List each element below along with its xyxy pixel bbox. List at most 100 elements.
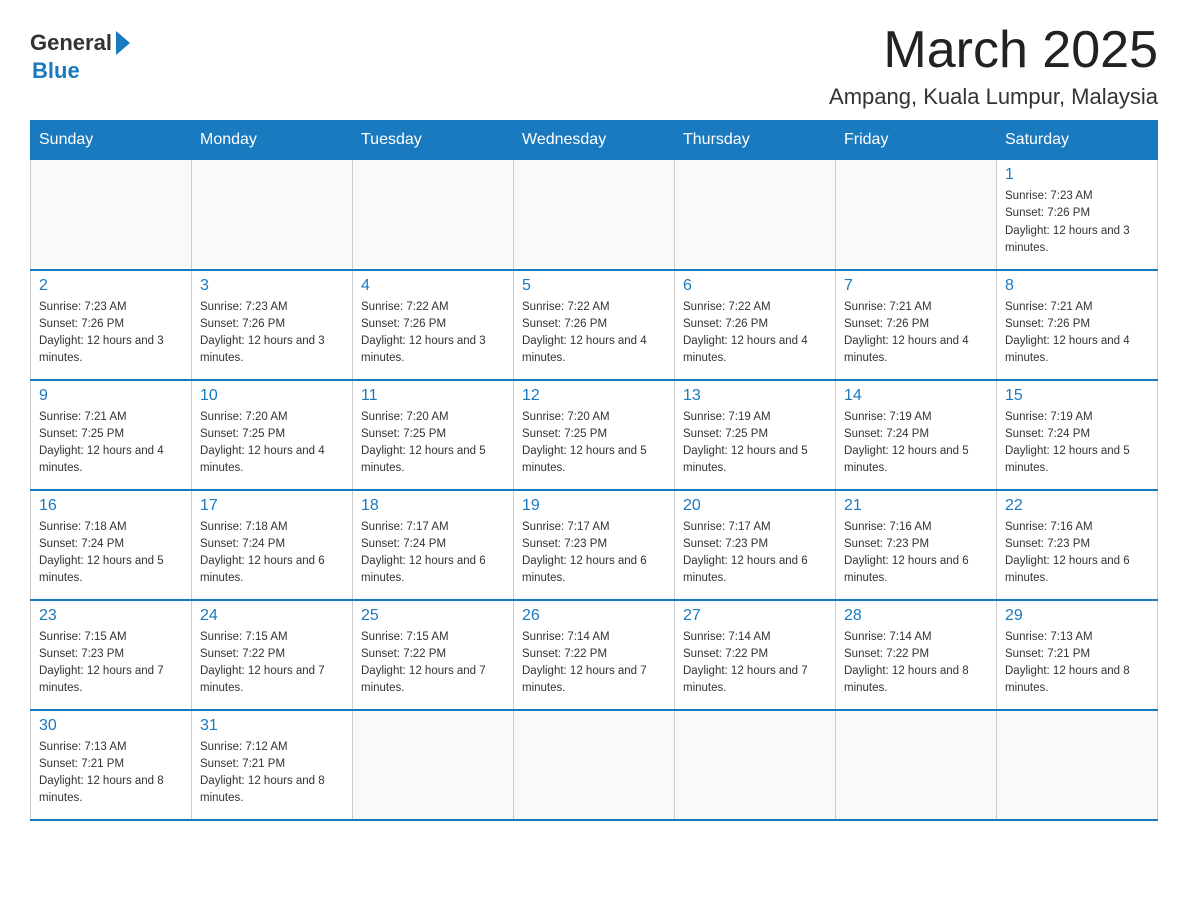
day-number: 17	[200, 497, 344, 515]
day-number: 10	[200, 387, 344, 405]
day-info: Sunrise: 7:19 AMSunset: 7:24 PMDaylight:…	[1005, 409, 1149, 478]
calendar-cell: 16 Sunrise: 7:18 AMSunset: 7:24 PMDayligh…	[31, 490, 192, 600]
logo-triangle-icon	[116, 31, 130, 55]
day-number: 11	[361, 387, 505, 405]
day-info: Sunrise: 7:19 AMSunset: 7:24 PMDaylight:…	[844, 409, 988, 478]
day-info: Sunrise: 7:13 AMSunset: 7:21 PMDaylight:…	[1005, 629, 1149, 698]
calendar-cell	[192, 160, 353, 270]
calendar-cell: 28 Sunrise: 7:14 AMSunset: 7:22 PMDayligh…	[836, 600, 997, 710]
calendar-cell	[514, 160, 675, 270]
calendar-cell	[514, 710, 675, 820]
day-number: 21	[844, 497, 988, 515]
day-info: Sunrise: 7:18 AMSunset: 7:24 PMDaylight:…	[39, 519, 183, 588]
day-number: 30	[39, 717, 183, 735]
day-info: Sunrise: 7:23 AMSunset: 7:26 PMDaylight:…	[200, 299, 344, 368]
calendar-cell: 26 Sunrise: 7:14 AMSunset: 7:22 PMDayligh…	[514, 600, 675, 710]
day-number: 12	[522, 387, 666, 405]
day-info: Sunrise: 7:20 AMSunset: 7:25 PMDaylight:…	[361, 409, 505, 478]
title-section: March 2025 Ampang, Kuala Lumpur, Malaysi…	[829, 20, 1158, 110]
day-info: Sunrise: 7:22 AMSunset: 7:26 PMDaylight:…	[361, 299, 505, 368]
day-number: 15	[1005, 387, 1149, 405]
day-info: Sunrise: 7:23 AMSunset: 7:26 PMDaylight:…	[1005, 188, 1149, 257]
calendar-cell: 2 Sunrise: 7:23 AMSunset: 7:26 PMDaylight…	[31, 270, 192, 380]
day-info: Sunrise: 7:15 AMSunset: 7:22 PMDaylight:…	[200, 629, 344, 698]
day-info: Sunrise: 7:18 AMSunset: 7:24 PMDaylight:…	[200, 519, 344, 588]
month-title: March 2025	[829, 20, 1158, 80]
day-number: 24	[200, 607, 344, 625]
day-info: Sunrise: 7:17 AMSunset: 7:24 PMDaylight:…	[361, 519, 505, 588]
calendar-cell	[997, 710, 1158, 820]
weekday-header-thursday: Thursday	[675, 121, 836, 160]
calendar-cell: 5 Sunrise: 7:22 AMSunset: 7:26 PMDaylight…	[514, 270, 675, 380]
day-info: Sunrise: 7:13 AMSunset: 7:21 PMDaylight:…	[39, 739, 183, 808]
calendar-cell: 22Sunrise: 7:16 AMSunset: 7:23 PMDayligh…	[997, 490, 1158, 600]
weekday-header-tuesday: Tuesday	[353, 121, 514, 160]
calendar-cell: 18Sunrise: 7:17 AMSunset: 7:24 PMDayligh…	[353, 490, 514, 600]
day-info: Sunrise: 7:23 AMSunset: 7:26 PMDaylight:…	[39, 299, 183, 368]
day-info: Sunrise: 7:15 AMSunset: 7:23 PMDaylight:…	[39, 629, 183, 698]
calendar-cell: 8 Sunrise: 7:21 AMSunset: 7:26 PMDaylight…	[997, 270, 1158, 380]
day-info: Sunrise: 7:16 AMSunset: 7:23 PMDaylight:…	[844, 519, 988, 588]
day-number: 26	[522, 607, 666, 625]
calendar-cell	[353, 710, 514, 820]
day-info: Sunrise: 7:21 AMSunset: 7:26 PMDaylight:…	[844, 299, 988, 368]
day-info: Sunrise: 7:22 AMSunset: 7:26 PMDaylight:…	[522, 299, 666, 368]
calendar-cell: 7 Sunrise: 7:21 AMSunset: 7:26 PMDaylight…	[836, 270, 997, 380]
calendar-cell: 27Sunrise: 7:14 AMSunset: 7:22 PMDayligh…	[675, 600, 836, 710]
day-number: 4	[361, 277, 505, 295]
calendar-cell	[836, 710, 997, 820]
calendar-cell: 11 Sunrise: 7:20 AMSunset: 7:25 PMDayligh…	[353, 380, 514, 490]
calendar-cell: 24 Sunrise: 7:15 AMSunset: 7:22 PMDayligh…	[192, 600, 353, 710]
logo-blue-text: Blue	[32, 58, 80, 84]
day-info: Sunrise: 7:22 AMSunset: 7:26 PMDaylight:…	[683, 299, 827, 368]
day-info: Sunrise: 7:20 AMSunset: 7:25 PMDaylight:…	[200, 409, 344, 478]
calendar-cell	[675, 160, 836, 270]
calendar-cell: 21 Sunrise: 7:16 AMSunset: 7:23 PMDayligh…	[836, 490, 997, 600]
weekday-header-monday: Monday	[192, 121, 353, 160]
day-number: 5	[522, 277, 666, 295]
day-info: Sunrise: 7:15 AMSunset: 7:22 PMDaylight:…	[361, 629, 505, 698]
day-number: 28	[844, 607, 988, 625]
calendar-cell: 23 Sunrise: 7:15 AMSunset: 7:23 PMDayligh…	[31, 600, 192, 710]
day-info: Sunrise: 7:16 AMSunset: 7:23 PMDaylight:…	[1005, 519, 1149, 588]
calendar-cell	[836, 160, 997, 270]
calendar-cell: 20Sunrise: 7:17 AMSunset: 7:23 PMDayligh…	[675, 490, 836, 600]
calendar-cell: 25Sunrise: 7:15 AMSunset: 7:22 PMDayligh…	[353, 600, 514, 710]
day-number: 29	[1005, 607, 1149, 625]
calendar-cell: 19 Sunrise: 7:17 AMSunset: 7:23 PMDayligh…	[514, 490, 675, 600]
day-number: 1	[1005, 166, 1149, 184]
calendar-cell: 6Sunrise: 7:22 AMSunset: 7:26 PMDaylight…	[675, 270, 836, 380]
calendar-cell: 13 Sunrise: 7:19 AMSunset: 7:25 PMDayligh…	[675, 380, 836, 490]
calendar-cell: 12Sunrise: 7:20 AMSunset: 7:25 PMDayligh…	[514, 380, 675, 490]
calendar-cell: 14Sunrise: 7:19 AMSunset: 7:24 PMDayligh…	[836, 380, 997, 490]
day-number: 7	[844, 277, 988, 295]
day-number: 3	[200, 277, 344, 295]
calendar-cell: 30 Sunrise: 7:13 AMSunset: 7:21 PMDayligh…	[31, 710, 192, 820]
calendar-cell: 17 Sunrise: 7:18 AMSunset: 7:24 PMDayligh…	[192, 490, 353, 600]
calendar-cell: 29 Sunrise: 7:13 AMSunset: 7:21 PMDayligh…	[997, 600, 1158, 710]
calendar-cell: 1 Sunrise: 7:23 AMSunset: 7:26 PMDaylight…	[997, 160, 1158, 270]
day-info: Sunrise: 7:14 AMSunset: 7:22 PMDaylight:…	[844, 629, 988, 698]
day-info: Sunrise: 7:21 AMSunset: 7:25 PMDaylight:…	[39, 409, 183, 478]
day-info: Sunrise: 7:14 AMSunset: 7:22 PMDaylight:…	[522, 629, 666, 698]
calendar-cell	[31, 160, 192, 270]
calendar-cell: 4 Sunrise: 7:22 AMSunset: 7:26 PMDaylight…	[353, 270, 514, 380]
calendar-cell	[353, 160, 514, 270]
day-number: 2	[39, 277, 183, 295]
weekday-header-friday: Friday	[836, 121, 997, 160]
day-number: 13	[683, 387, 827, 405]
logo-general-text: General	[30, 30, 112, 56]
day-info: Sunrise: 7:19 AMSunset: 7:25 PMDaylight:…	[683, 409, 827, 478]
page-header: General Blue March 2025 Ampang, Kuala Lu…	[30, 20, 1158, 110]
day-number: 16	[39, 497, 183, 515]
day-info: Sunrise: 7:12 AMSunset: 7:21 PMDaylight:…	[200, 739, 344, 808]
calendar-cell: 3 Sunrise: 7:23 AMSunset: 7:26 PMDaylight…	[192, 270, 353, 380]
day-number: 23	[39, 607, 183, 625]
day-number: 19	[522, 497, 666, 515]
day-info: Sunrise: 7:21 AMSunset: 7:26 PMDaylight:…	[1005, 299, 1149, 368]
day-info: Sunrise: 7:17 AMSunset: 7:23 PMDaylight:…	[683, 519, 827, 588]
day-info: Sunrise: 7:17 AMSunset: 7:23 PMDaylight:…	[522, 519, 666, 588]
weekday-header-saturday: Saturday	[997, 121, 1158, 160]
day-number: 8	[1005, 277, 1149, 295]
day-info: Sunrise: 7:14 AMSunset: 7:22 PMDaylight:…	[683, 629, 827, 698]
